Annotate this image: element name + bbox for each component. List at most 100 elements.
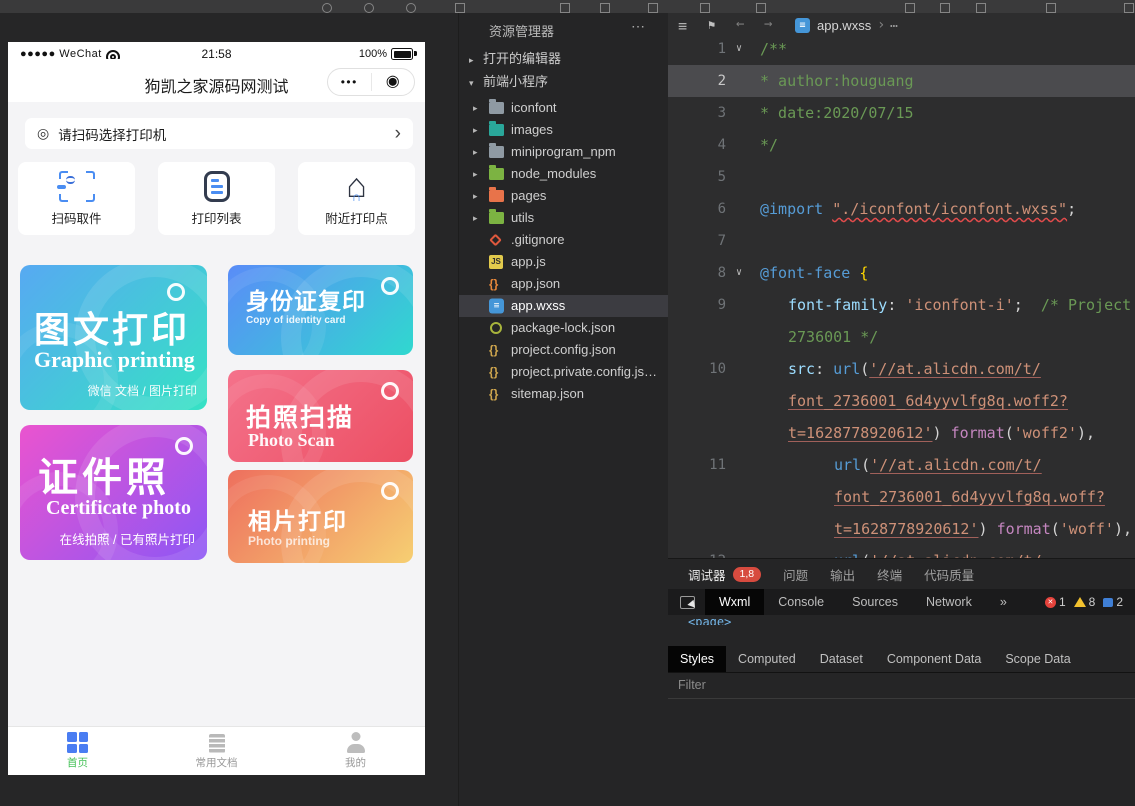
toolbar-icon[interactable]: [1046, 3, 1056, 13]
tree-item-project.config.json[interactable]: {}project.config.json: [459, 339, 668, 361]
info-counter[interactable]: 2: [1103, 595, 1123, 609]
feature-card-photo[interactable]: 相片打印Photo printing: [228, 470, 413, 563]
open-editors-section[interactable]: ▸ 打开的编辑器: [459, 48, 668, 70]
toolbar-icon[interactable]: [600, 3, 610, 13]
inspector-tab-2[interactable]: Computed: [726, 646, 808, 672]
toolbar-icon[interactable]: [406, 3, 416, 13]
code-line[interactable]: 8∨@font-face {: [668, 257, 1135, 289]
ring-decoration-icon: [381, 482, 399, 500]
tab-item-2[interactable]: 常用文档: [147, 727, 286, 775]
inspector-tab-4[interactable]: Component Data: [875, 646, 994, 672]
tree-item-project.private.config.js[interactable]: {} project.private.config.js…: [459, 361, 668, 383]
quick-action-card[interactable]: 扫码取件: [18, 162, 135, 235]
toolbar-icon[interactable]: [905, 3, 915, 13]
error-counter[interactable]: 1: [1045, 595, 1066, 609]
quick-action-card[interactable]: ⌂∩附近打印点: [298, 162, 415, 235]
explorer-more-icon[interactable]: ⋯: [631, 18, 646, 35]
tab-item-3[interactable]: 我的: [286, 727, 425, 775]
toolbar-icon[interactable]: [700, 3, 710, 13]
tree-item-nodemodules[interactable]: ▸node_modules: [459, 163, 668, 185]
code-line[interactable]: font_2736001_6d4yyvlfg8q.woff2?: [668, 385, 1135, 417]
line-number: 10: [668, 353, 726, 385]
feature-card-cert[interactable]: 证件照Certificate photo在线拍照 / 已有照片打印: [20, 425, 207, 560]
feature-card-graphic[interactable]: 图文打印Graphic printing微信 文档 / 图片打印: [20, 265, 207, 410]
toolbar-icon[interactable]: [364, 3, 374, 13]
fold-chevron-icon[interactable]: ∨: [736, 33, 742, 65]
forward-icon[interactable]: →: [764, 16, 772, 32]
devtools-tab-5[interactable]: »: [986, 589, 1021, 615]
printer-picker[interactable]: ◎ 请扫码选择打印机 ›: [25, 118, 413, 149]
tree-item-utils[interactable]: ▸utils: [459, 207, 668, 229]
code-line[interactable]: 7: [668, 225, 1135, 257]
bookmark-icon[interactable]: ⚑: [708, 18, 715, 32]
toolbar-icon[interactable]: [976, 3, 986, 13]
tree-item-label: project.private.config.js…: [511, 361, 657, 383]
devtools-tab-4[interactable]: Network: [912, 589, 986, 615]
inspector-tab-3[interactable]: Dataset: [808, 646, 875, 672]
code-line[interactable]: font_2736001_6d4yyvlfg8q.woff?: [668, 481, 1135, 513]
code-line[interactable]: 12url('//at.alicdn.com/t/: [668, 545, 1135, 558]
tree-item-images[interactable]: ▸images: [459, 119, 668, 141]
inspector-tab-1[interactable]: Styles: [668, 646, 726, 672]
feature-card-idcard[interactable]: 身份证复印Copy of identity card: [228, 265, 413, 355]
debugger-panel-tab-2[interactable]: 问题: [783, 565, 808, 584]
code-line[interactable]: 1∨/**: [668, 33, 1135, 65]
card-subtitle: Certificate photo: [46, 497, 191, 520]
tree-item-app.js[interactable]: JSapp.js: [459, 251, 668, 273]
tree-item-app.json[interactable]: {}app.json: [459, 273, 668, 295]
devtools-tab-1[interactable]: Wxml: [705, 589, 764, 615]
more-icon[interactable]: •••: [328, 70, 371, 94]
debugger-panel-tab-3[interactable]: 输出: [830, 565, 855, 584]
code-line[interactable]: 11url('//at.alicdn.com/t/: [668, 449, 1135, 481]
card-title: 相片打印: [248, 502, 348, 536]
exit-target-icon[interactable]: ◉: [372, 69, 415, 95]
toolbar-icon[interactable]: [648, 3, 658, 13]
tree-item-sitemap.json[interactable]: {}sitemap.json: [459, 383, 668, 405]
devtools-tab-3[interactable]: Sources: [838, 589, 912, 615]
quick-action-card[interactable]: 打印列表: [158, 162, 275, 235]
devtools-tab-2[interactable]: Console: [764, 589, 838, 615]
code-line[interactable]: 9font-family: 'iconfont-i'; /* Project i: [668, 289, 1135, 321]
wxml-element-node[interactable]: <page>: [688, 616, 731, 625]
back-icon[interactable]: ←: [736, 16, 744, 32]
toolbar-icon[interactable]: [1124, 3, 1134, 13]
breadcrumb-file-name[interactable]: app.wxss: [817, 18, 871, 33]
code-line[interactable]: t=1628778920612') format('woff2'),: [668, 417, 1135, 449]
toolbar-icon[interactable]: [322, 3, 332, 13]
phone-simulator: ●●●●● WeChat 21:58 100% 狗凯之家源码网测试 ••• ◉: [8, 42, 425, 775]
tree-item-label: project.config.json: [511, 339, 616, 361]
toolbar-icon[interactable]: [756, 3, 766, 13]
problem-counters: 182: [1037, 595, 1123, 609]
tree-item-pages[interactable]: ▸pages: [459, 185, 668, 207]
code-line[interactable]: 4*/: [668, 129, 1135, 161]
fold-chevron-icon[interactable]: ∨: [736, 257, 742, 289]
code-line[interactable]: 3* date:2020/07/15: [668, 97, 1135, 129]
warning-counter[interactable]: 8: [1074, 595, 1096, 609]
toolbar-icon[interactable]: [560, 3, 570, 13]
code-line[interactable]: t=1628778920612') format('woff'),: [668, 513, 1135, 545]
breadcrumb-more[interactable]: …: [890, 16, 899, 31]
file-icon: {}: [489, 365, 498, 379]
inspector-tab-5[interactable]: Scope Data: [993, 646, 1082, 672]
tree-item-packagelock.json[interactable]: package-lock.json: [459, 317, 668, 339]
tree-item-miniprogramnpm[interactable]: ▸miniprogram_npm: [459, 141, 668, 163]
toolbar-icon[interactable]: [455, 3, 465, 13]
tab-item-1[interactable]: 首页: [8, 727, 147, 775]
project-root-section[interactable]: ▾ 前端小程序: [459, 71, 668, 93]
code-line[interactable]: 10src: url('//at.alicdn.com/t/: [668, 353, 1135, 385]
debugger-panel-tab-4[interactable]: 终端: [877, 565, 902, 584]
styles-filter-input[interactable]: Filter: [668, 672, 1135, 699]
tree-item-.gitignore[interactable]: .gitignore: [459, 229, 668, 251]
code-line[interactable]: 2736001 */: [668, 321, 1135, 353]
code-line[interactable]: 5: [668, 161, 1135, 193]
tree-item-iconfont[interactable]: ▸iconfont: [459, 97, 668, 119]
toolbar-icon[interactable]: [940, 3, 950, 13]
error-warning-badge: 1,8: [733, 567, 762, 582]
code-line[interactable]: 2* author:houguang: [668, 65, 1135, 97]
debugger-panel-tab-1[interactable]: 调试器1,8: [688, 565, 761, 584]
debugger-panel-tab-5[interactable]: 代码质量: [924, 565, 974, 584]
inspect-element-icon[interactable]: [680, 596, 695, 609]
code-line[interactable]: 6@import "./iconfont/iconfont.wxss";: [668, 193, 1135, 225]
feature-card-scan[interactable]: 拍照扫描Photo Scan: [228, 370, 413, 462]
tree-item-app.wxss[interactable]: ≡app.wxss: [459, 295, 668, 317]
